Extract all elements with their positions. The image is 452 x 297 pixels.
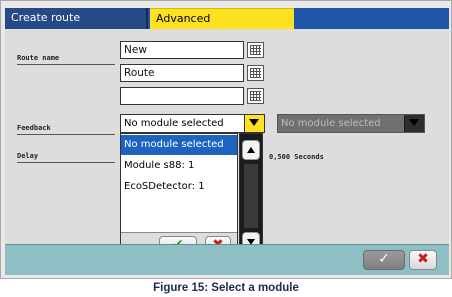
figure-caption: Figure 15: Select a module xyxy=(153,282,299,294)
module-dropdown-list: No module selected Module s88: 1 EcoSDet… xyxy=(120,133,238,259)
list-item[interactable]: No module selected xyxy=(121,135,237,155)
keyboard-icon[interactable] xyxy=(247,88,264,104)
feedback-select[interactable]: No module selected xyxy=(120,114,265,133)
feedback-secondary-value: No module selected xyxy=(281,118,381,129)
scroll-track[interactable] xyxy=(244,164,258,228)
cancel-button[interactable]: ✖ xyxy=(409,250,437,270)
feedback-secondary-select: No module selected xyxy=(277,114,425,133)
feedback-select-value: No module selected xyxy=(124,118,224,129)
route-name-line-2[interactable]: Route xyxy=(120,64,244,82)
tab-advanced[interactable]: Advanced xyxy=(150,8,294,29)
list-item[interactable]: Module s88: 1 xyxy=(121,156,237,176)
chevron-down-icon xyxy=(404,115,424,132)
delay-divider xyxy=(17,162,115,163)
route-name-line-3[interactable] xyxy=(120,87,244,105)
tab-bar: Create route Advanced xyxy=(5,8,449,29)
scroll-up-button[interactable] xyxy=(242,140,260,160)
keyboard-icon[interactable] xyxy=(247,42,264,58)
route-name-line-1[interactable]: New xyxy=(120,41,244,59)
confirm-button[interactable]: ✓ xyxy=(363,250,405,270)
list-item[interactable]: EcoSDetector: 1 xyxy=(121,177,237,197)
feedback-label: Feedback xyxy=(17,124,51,132)
chevron-down-icon[interactable] xyxy=(244,115,264,132)
feedback-divider xyxy=(17,134,115,135)
tab-create-route[interactable]: Create route xyxy=(5,8,148,29)
app-window: Create route Advanced Route name New Rou… xyxy=(0,0,452,279)
route-name-label: Route name xyxy=(17,54,60,62)
keyboard-icon[interactable] xyxy=(247,65,264,81)
bottom-action-bar: ✓ ✖ xyxy=(5,244,449,275)
dropdown-scrollbar[interactable] xyxy=(239,133,263,259)
route-name-divider xyxy=(17,64,115,65)
close-icon: ✖ xyxy=(417,251,429,267)
delay-value: 0,500 Seconds xyxy=(269,153,324,161)
checkmark-icon: ✓ xyxy=(378,251,390,267)
delay-label: Delay xyxy=(17,152,39,160)
